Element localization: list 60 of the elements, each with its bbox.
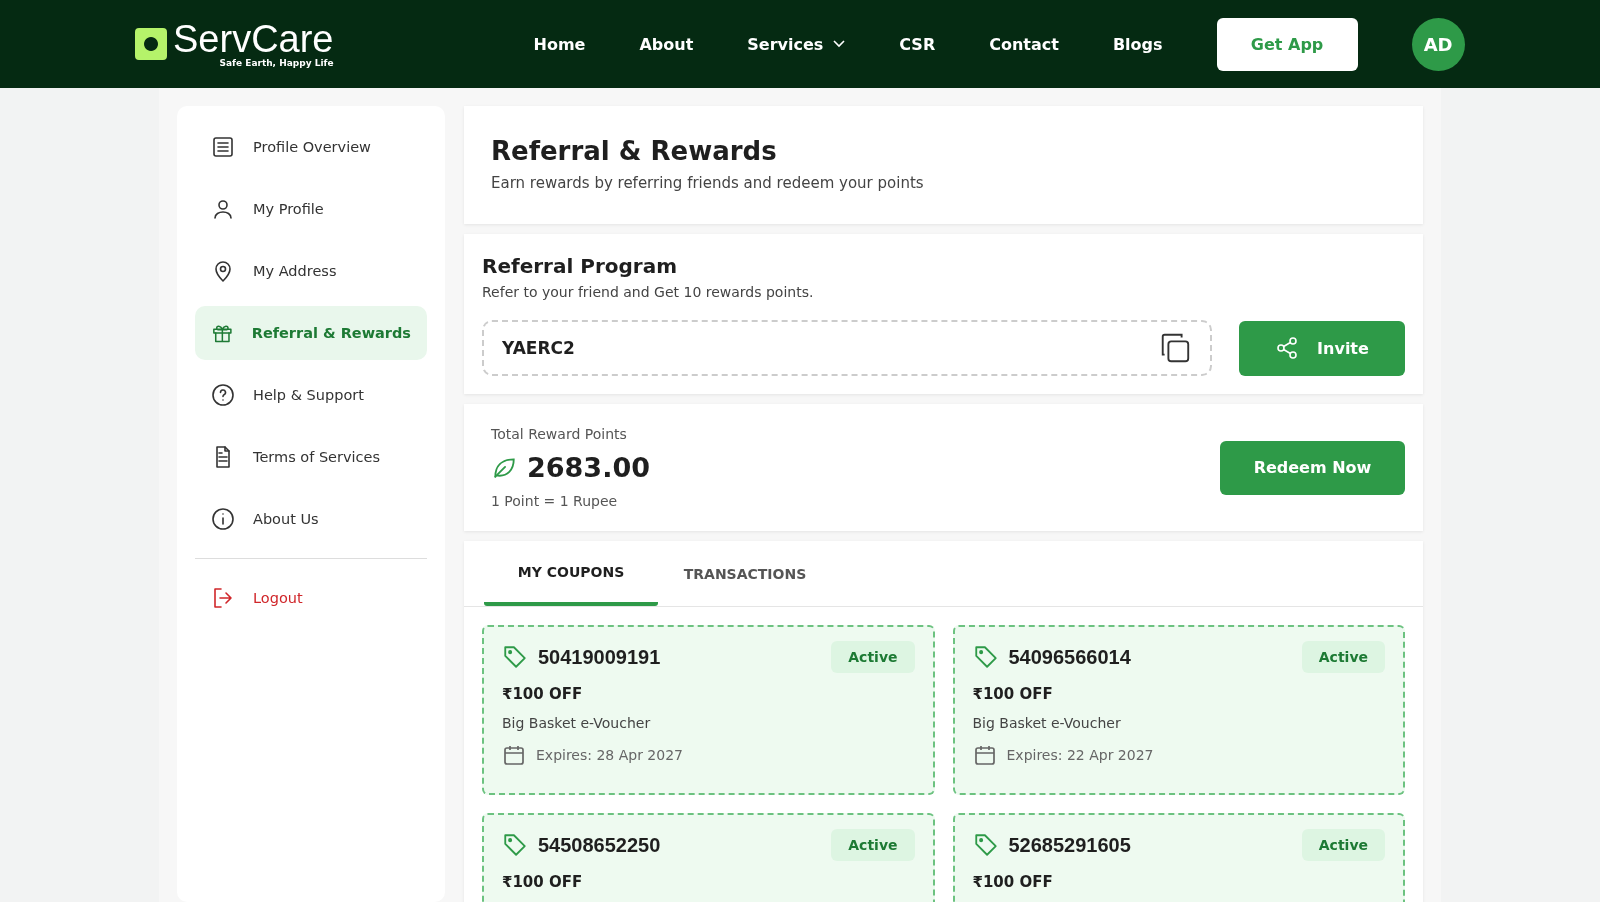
discount-amount: ₹100 OFF [972, 873, 1054, 891]
info-icon [211, 507, 235, 531]
brand-name[interactable]: ServCare [173, 20, 334, 58]
status-badge: Active [831, 641, 915, 673]
points-value: 2683.00 [527, 452, 650, 483]
sidebar-item[interactable]: Profile Overview [195, 120, 427, 174]
user-avatar[interactable]: AD [1411, 17, 1465, 71]
expiry-date: Expires: 28 Apr 2027 [536, 747, 683, 763]
discount-amount: ₹100 OFF [972, 685, 1054, 703]
page-title: Referral & Rewards [491, 136, 778, 166]
status-badge: Active [1301, 641, 1385, 673]
nav-link[interactable]: Home [533, 34, 586, 54]
invite-button[interactable]: Invite [1239, 320, 1405, 376]
tag-icon [972, 832, 999, 858]
coupon-code: 54096566014 [1008, 645, 1132, 669]
nav-link[interactable]: CSR [899, 34, 936, 54]
discount-amount: ₹100 OFF [502, 873, 584, 891]
calendar-icon [972, 743, 997, 767]
tag-icon [502, 644, 528, 670]
voucher-name: Big Basket e-Voucher [502, 715, 652, 731]
tab[interactable]: MY COUPONS [484, 541, 658, 606]
calendar-icon [502, 743, 526, 767]
section-title: Referral Program [482, 254, 679, 278]
status-badge: Active [1301, 829, 1385, 861]
page-subtitle: Earn rewards by referring friends and redeem your points [491, 174, 925, 192]
voucher-name: Big Basket e-Voucher [972, 715, 1122, 731]
get-app-button[interactable]: Get App [1216, 17, 1358, 71]
logout-icon [211, 586, 235, 610]
sidebar-item[interactable]: Help & Support [195, 368, 427, 422]
tag-icon [502, 832, 528, 858]
user-icon [211, 197, 235, 221]
sidebar-item[interactable]: Terms of Services [195, 430, 427, 484]
points-label: Total Reward Points [491, 426, 628, 442]
sidebar-item[interactable]: Logout [195, 571, 427, 625]
coupon-code: 50419009191 [538, 645, 662, 669]
referral-code-field[interactable]: YAERC2 [482, 320, 1212, 376]
list-icon [211, 135, 235, 159]
nav-link[interactable]: Blogs [1112, 34, 1163, 54]
redeem-button[interactable]: Redeem Now [1220, 440, 1405, 495]
points-rate: 1 Point = 1 Rupee [491, 493, 619, 509]
nav-link[interactable]: Contact [989, 34, 1059, 54]
coupon-code: 54508652250 [538, 833, 662, 857]
section-description: Refer to your friend and Get 10 rewards points. [482, 284, 815, 300]
logo-icon [135, 28, 167, 60]
brand-tagline: Safe Earth, Happy Life [219, 58, 334, 68]
nav-link[interactable]: Services [747, 34, 846, 54]
share-icon [1275, 336, 1300, 360]
tag-icon [972, 644, 999, 670]
expiry-date: Expires: 22 Apr 2027 [1006, 747, 1154, 763]
sidebar-item[interactable]: My Address [195, 244, 427, 298]
tab[interactable]: TRANSACTIONS [658, 541, 832, 606]
status-badge: Active [831, 829, 915, 861]
sidebar-item[interactable]: Referral & Rewards [195, 306, 427, 360]
sidebar-item[interactable]: My Profile [195, 182, 427, 236]
nav-link[interactable]: About [639, 34, 694, 54]
sidebar-item[interactable]: About Us [195, 492, 427, 546]
help-icon [211, 383, 235, 407]
discount-amount: ₹100 OFF [502, 685, 584, 703]
caret-icon [833, 40, 846, 48]
coupon-code: 52685291605 [1008, 833, 1132, 857]
